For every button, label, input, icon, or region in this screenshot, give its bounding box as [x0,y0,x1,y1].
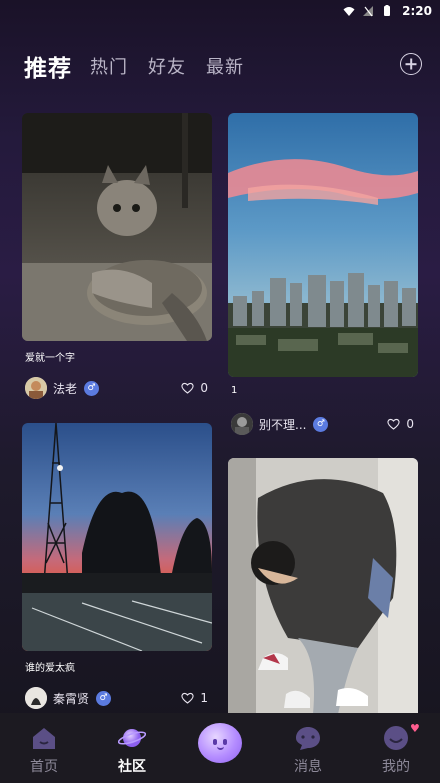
avatar[interactable] [231,413,253,435]
post-caption: 谁的爱太疯 [25,663,75,674]
post-caption: 爱就一个字 [25,353,75,364]
post-card[interactable]: 谁的爱太疯 秦霄贤 ♂ 1 [22,423,212,709]
like-count: 0 [200,381,208,395]
bottom-nav: 首页 社区 ♥ 消息 我的 [0,713,440,783]
post-meta: 别不理... ♂ 0 [228,413,418,435]
heart-icon [181,692,194,704]
like-button[interactable]: 0 [181,381,208,395]
like-count: 0 [406,417,414,431]
avatar[interactable] [25,687,47,709]
post-image-person[interactable] [228,458,418,714]
post-meta: 秦霄贤 ♂ 1 [22,687,212,709]
ghost-bubble-icon [198,723,242,763]
post-caption: 1 [231,385,238,396]
planet-icon [118,729,146,747]
nav-profile[interactable]: 我的 [352,713,440,776]
nav-label: 消息 [294,759,322,775]
nav-home[interactable]: 首页 [0,713,88,776]
nav-community[interactable]: 社区 [88,713,176,776]
message-icon [296,727,320,750]
like-button[interactable]: 0 [387,417,414,431]
gender-male-icon: ♂ [84,380,100,396]
gender-male-icon: ♂ [96,690,112,706]
post-image-city[interactable] [228,113,418,377]
nav-messages[interactable]: 消息 [264,713,352,776]
post-card[interactable] [228,458,418,714]
avatar[interactable] [25,377,47,399]
post-image-sunset[interactable] [22,423,212,651]
heart-icon [181,382,194,394]
post-card[interactable]: 1 别不理... ♂ 0 [228,113,418,435]
heart-badge-icon: ♥ [410,722,420,735]
post-feed: 爱就一个字 法老 ♂ 0 1 别不理... ♂ 0 谁的爱太疯 秦霄贤 ♂ 1 [0,0,440,714]
nav-label: 社区 [118,759,146,775]
like-button[interactable]: 1 [181,691,208,705]
heart-icon [387,418,400,430]
post-image-kitten[interactable] [22,113,212,341]
author-name[interactable]: 法老 [53,380,77,397]
profile-icon [384,726,408,750]
nav-label: 首页 [30,759,58,775]
post-meta: 法老 ♂ 0 [22,377,212,399]
author-name[interactable]: 秦霄贤 [53,690,89,707]
author-name[interactable]: 别不理... [259,416,306,433]
post-card[interactable]: 爱就一个字 法老 ♂ 0 [22,113,212,399]
home-icon [33,728,55,749]
nav-center-create[interactable]: ♥ [176,713,420,763]
like-count: 1 [200,691,208,705]
gender-male-icon: ♂ [313,416,329,432]
nav-label: 我的 [382,759,410,775]
